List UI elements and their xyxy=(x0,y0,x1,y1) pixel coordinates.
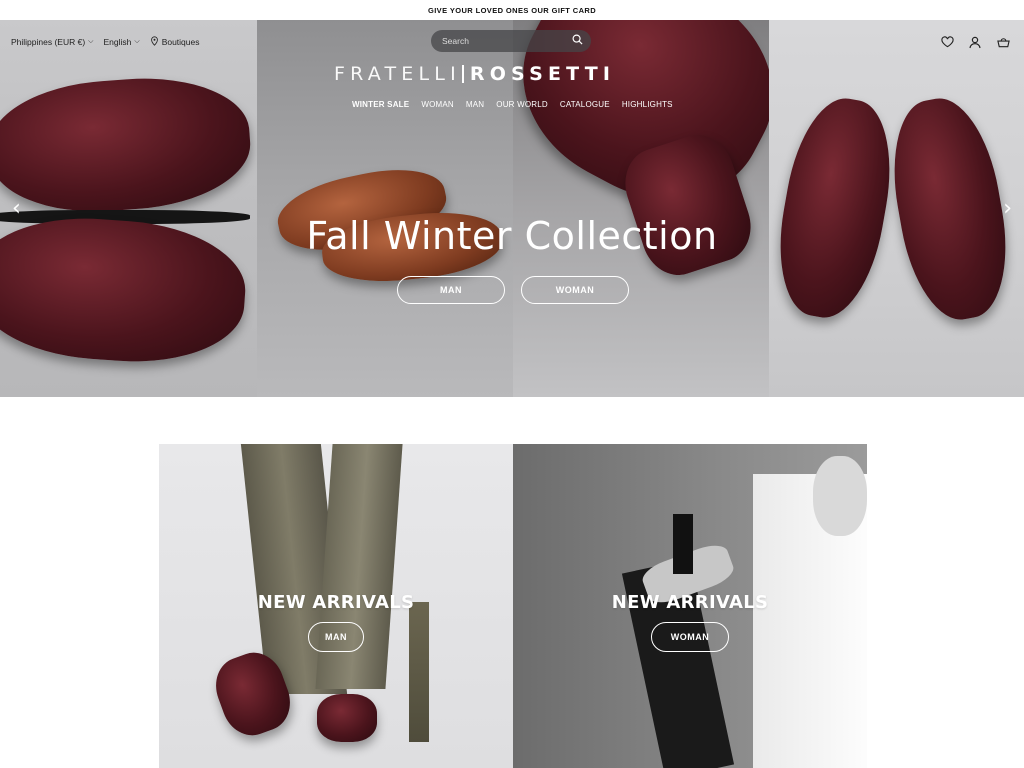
logo-text-rossetti: ROSSETTI xyxy=(469,63,616,85)
brand-logo[interactable]: FRATELLI ROSSETTI xyxy=(334,62,690,86)
tile-title-woman: NEW ARRIVALS xyxy=(611,592,769,613)
logo-separator xyxy=(461,65,464,83)
hero-title: Fall Winter Collection xyxy=(306,214,718,258)
boutiques-link[interactable]: Boutiques xyxy=(150,36,200,48)
nav-item-our-world[interactable]: OUR WORLD xyxy=(496,100,548,109)
heart-icon[interactable] xyxy=(940,35,954,49)
carousel-prev-arrow-icon[interactable]: ‹ xyxy=(12,196,21,221)
nav-item-man[interactable]: MAN xyxy=(466,100,484,109)
hero-image-panel-1 xyxy=(0,20,257,397)
miniature-woman-figure xyxy=(673,514,693,574)
new-arrivals-woman-tile[interactable]: NEW ARRIVALS WOMAN xyxy=(513,444,867,768)
logo-text-fratelli: FRATELLI xyxy=(334,63,461,85)
announcement-bar[interactable]: GIVE YOUR LOVED ONES OUR GIFT CARD xyxy=(0,0,1024,20)
tile-title-man: NEW ARRIVALS xyxy=(257,592,415,613)
search-bar[interactable] xyxy=(431,30,591,52)
model-face-image xyxy=(813,456,867,536)
loafer-image xyxy=(880,90,1020,328)
region-label: Philippines (EUR €) xyxy=(11,37,86,47)
main-nav: WINTER SALE WOMAN MAN OUR WORLD CATALOGU… xyxy=(352,100,673,109)
user-icon[interactable] xyxy=(968,35,982,49)
shoe-image xyxy=(317,694,377,742)
location-pin-icon xyxy=(150,36,159,48)
carousel-next-arrow-icon[interactable]: › xyxy=(1003,196,1012,221)
hero-banner: Philippines (EUR €) ⌵ English ⌵ Boutique… xyxy=(0,20,1024,397)
nav-item-highlights[interactable]: HIGHLIGHTS xyxy=(622,100,673,109)
search-input[interactable] xyxy=(442,36,572,46)
chevron-down-icon: ⌵ xyxy=(134,38,140,45)
trousers-image xyxy=(315,444,403,689)
loafer-image xyxy=(0,210,250,370)
header-utility-left: Philippines (EUR €) ⌵ English ⌵ Boutique… xyxy=(11,36,200,48)
nav-item-woman[interactable]: WOMAN xyxy=(421,100,454,109)
nav-item-winter-sale[interactable]: WINTER SALE xyxy=(352,100,409,109)
header-utility-right xyxy=(940,35,1010,49)
loafer-image xyxy=(0,71,255,219)
new-arrivals-man-tile[interactable]: NEW ARRIVALS MAN xyxy=(159,444,513,768)
hero-buttons: MAN WOMAN xyxy=(397,276,629,304)
hero-image-panel-4 xyxy=(769,20,1024,397)
hero-man-button[interactable]: MAN xyxy=(397,276,505,304)
loafer-image xyxy=(769,90,904,326)
miniature-man-figure xyxy=(409,602,429,742)
language-selector[interactable]: English ⌵ xyxy=(103,37,139,47)
bag-icon[interactable] xyxy=(996,35,1010,49)
boutiques-label: Boutiques xyxy=(161,37,200,47)
region-selector[interactable]: Philippines (EUR €) ⌵ xyxy=(11,37,93,47)
language-label: English xyxy=(103,37,132,47)
announcement-text[interactable]: GIVE YOUR LOVED ONES OUR GIFT CARD xyxy=(428,6,596,15)
nav-item-catalogue[interactable]: CATALOGUE xyxy=(560,100,610,109)
tile-woman-button[interactable]: WOMAN xyxy=(651,622,729,652)
chevron-down-icon: ⌵ xyxy=(88,38,94,45)
search-icon[interactable] xyxy=(572,32,583,50)
hero-woman-button[interactable]: WOMAN xyxy=(521,276,629,304)
tile-man-button[interactable]: MAN xyxy=(308,622,364,652)
